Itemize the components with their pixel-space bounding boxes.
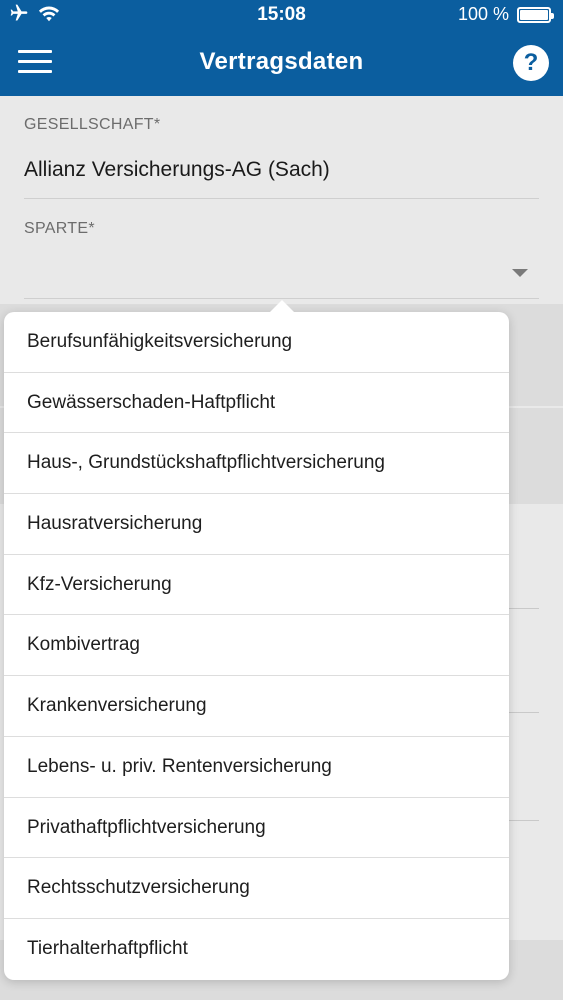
battery-icon [517, 6, 554, 23]
gesellschaft-value[interactable]: Allianz Versicherungs-AG (Sach) [24, 158, 330, 182]
option-tierhalter[interactable]: Tierhalterhaftpflicht [4, 919, 509, 980]
gesellschaft-underline [24, 198, 539, 199]
status-bar: 15:08 100 % [0, 0, 563, 30]
option-lebens-renten[interactable]: Lebens- u. priv. Rentenversicherung [4, 737, 509, 798]
gesellschaft-label: GESELLSCHAFT* [24, 116, 161, 133]
chevron-down-icon[interactable] [512, 269, 528, 277]
help-button[interactable]: ? [513, 45, 549, 81]
page-title: Vertragsdaten [199, 48, 364, 75]
sparte-label: SPARTE* [24, 220, 95, 237]
option-kfz[interactable]: Kfz-Versicherung [4, 555, 509, 616]
option-kombivertrag[interactable]: Kombivertrag [4, 615, 509, 677]
status-right: 100 % [457, 4, 554, 25]
option-kranken[interactable]: Krankenversicherung [4, 676, 509, 737]
battery-percent: 100 % [457, 4, 509, 24]
nav-bar: Vertragsdaten ? [0, 30, 563, 96]
option-rechtsschutz[interactable]: Rechtsschutzversicherung [4, 858, 509, 919]
option-berufsunfaehigkeit[interactable]: Berufsunfähigkeitsversicherung [4, 312, 509, 373]
option-hausrat[interactable]: Hausratversicherung [4, 494, 509, 555]
sparte-dropdown: Berufsunfähigkeitsversicherung Gewässers… [4, 300, 509, 980]
option-privathaftpflicht[interactable]: Privathaftpflichtversicherung [4, 798, 509, 859]
option-haus-grundstueck[interactable]: Haus-, Grundstückshaftpflichtversicherun… [4, 433, 509, 495]
option-gewaesserschaden[interactable]: Gewässerschaden-Haftpflicht [4, 373, 509, 434]
sparte-underline [24, 298, 539, 299]
